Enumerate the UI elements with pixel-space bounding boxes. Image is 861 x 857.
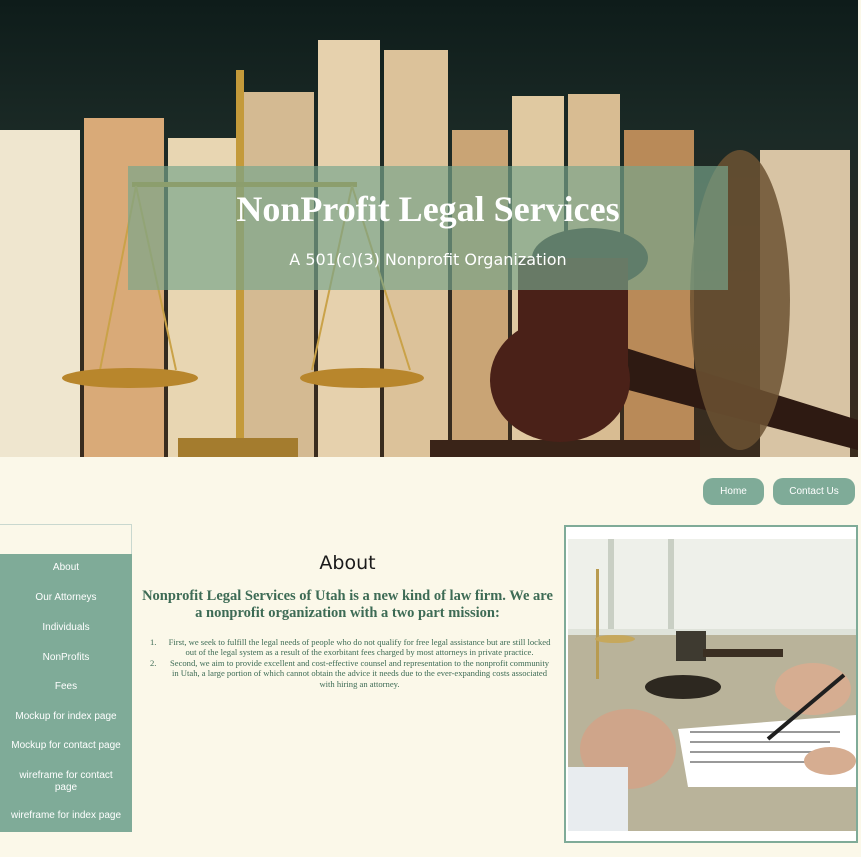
sidebar-item-our-attorneys[interactable]: Our Attorneys: [0, 592, 132, 604]
lawyer-photo: [568, 539, 856, 831]
hero-section: NonProfit Legal Services A 501(c)(3) Non…: [0, 0, 858, 457]
contact-us-button[interactable]: Contact Us: [773, 478, 855, 505]
list-text: Second, we aim to provide excellent and …: [169, 657, 550, 689]
home-button[interactable]: Home: [703, 478, 764, 505]
sidebar-item-wireframe-contact[interactable]: wireframe for contact page: [0, 770, 132, 794]
sidebar-item-mockup-contact[interactable]: Mockup for contact page: [0, 740, 132, 752]
list-number: 1.: [150, 637, 157, 647]
sidebar-item-fees[interactable]: Fees: [0, 681, 132, 693]
sidebar-item-wireframe-index[interactable]: wireframe for index page: [0, 810, 132, 822]
site-title: NonProfit Legal Services: [236, 189, 620, 229]
sidebar: About Our Attorneys Individuals NonProfi…: [0, 554, 132, 832]
hero-banner: NonProfit Legal Services A 501(c)(3) Non…: [128, 166, 728, 290]
list-text: First, we seek to fulfill the legal need…: [168, 637, 551, 658]
sidebar-item-mockup-index[interactable]: Mockup for index page: [0, 711, 132, 723]
list-item: 2. Second, we aim to provide excellent a…: [148, 658, 553, 689]
list-item: 1. First, we seek to fulfill the legal n…: [148, 637, 553, 658]
sidebar-item-about[interactable]: About: [0, 562, 132, 574]
sidebar-header: [0, 524, 132, 554]
sidebar-item-nonprofits[interactable]: NonProfits: [0, 652, 132, 664]
site-subtitle: A 501(c)(3) Nonprofit Organization: [289, 250, 567, 269]
top-nav: Home Contact Us: [703, 478, 855, 505]
mission-points: 1. First, we seek to fulfill the legal n…: [148, 637, 553, 689]
about-heading: About: [319, 552, 376, 574]
list-number: 2.: [150, 657, 157, 668]
sidebar-item-individuals[interactable]: Individuals: [0, 622, 132, 634]
side-photo-frame: [564, 525, 858, 843]
mission-statement: Nonprofit Legal Services of Utah is a ne…: [142, 588, 553, 621]
